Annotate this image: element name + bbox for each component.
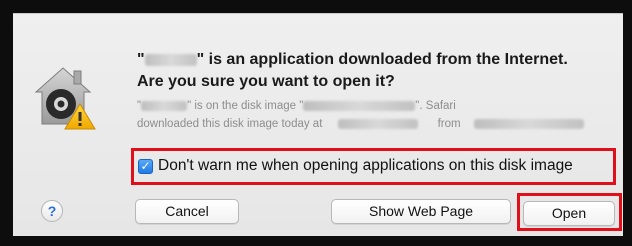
- redacted-disk-image-name: [303, 100, 416, 111]
- dialog-title-line-2: Are you sure you want to open it?: [137, 73, 395, 90]
- redacted-time: [337, 118, 418, 129]
- help-icon[interactable]: ?: [41, 200, 63, 222]
- open-button-highlight-box: [517, 193, 622, 231]
- dialog-info-line-1: " " is on the disk image " ". Safari: [137, 100, 456, 112]
- redacted-source-url: [473, 118, 584, 129]
- dont-warn-checkbox-label[interactable]: Don't warn me when opening applications …: [158, 157, 573, 175]
- dont-warn-checkbox[interactable]: ✓: [138, 159, 153, 174]
- checkmark-icon: ✓: [140, 159, 151, 173]
- gatekeeper-warning-icon: [28, 62, 98, 132]
- dialog-info-line-2: downloaded this disk image today at from: [137, 118, 584, 130]
- show-web-page-button[interactable]: Show Web Page: [331, 199, 511, 224]
- redacted-app-name-small: [141, 100, 188, 111]
- cancel-button[interactable]: Cancel: [135, 199, 239, 224]
- dialog-title-line-1: " " is an application downloaded from the…: [137, 51, 568, 68]
- redacted-app-name: [144, 53, 197, 66]
